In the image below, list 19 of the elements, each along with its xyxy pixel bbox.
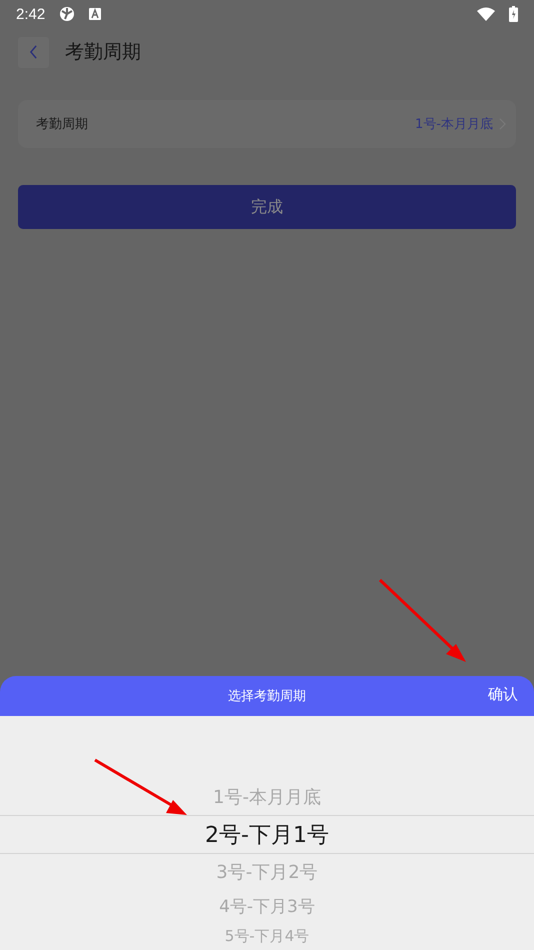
page-title: 考勤周期: [65, 40, 141, 65]
setting-value: 1号-本月月底: [415, 116, 493, 133]
picker-option[interactable]: 4号-下月3号: [219, 894, 315, 918]
setting-label: 考勤周期: [36, 116, 88, 133]
status-time: 2:42: [16, 6, 46, 22]
battery-icon: [509, 6, 518, 22]
picker-option[interactable]: 5号-下月4号: [224, 926, 310, 946]
back-button[interactable]: [18, 36, 49, 68]
wifi-icon: [477, 7, 495, 21]
sheet-title: 选择考勤周期: [228, 688, 306, 705]
picker-option[interactable]: 2号-下月1号: [205, 820, 329, 850]
picker-option[interactable]: 1号-本月月底: [213, 785, 321, 809]
picker-wheel[interactable]: 1号-本月月底 2号-下月1号 3号-下月2号 4号-下月3号 5号-下月4号: [0, 716, 534, 950]
back-icon: [29, 45, 38, 59]
keyboard-icon: [89, 8, 102, 20]
app-icon: [59, 6, 76, 22]
confirm-button[interactable]: 确认: [488, 685, 518, 704]
picker-option[interactable]: 3号-下月2号: [216, 860, 318, 884]
setting-row[interactable]: 考勤周期 1号-本月月底: [18, 100, 516, 148]
